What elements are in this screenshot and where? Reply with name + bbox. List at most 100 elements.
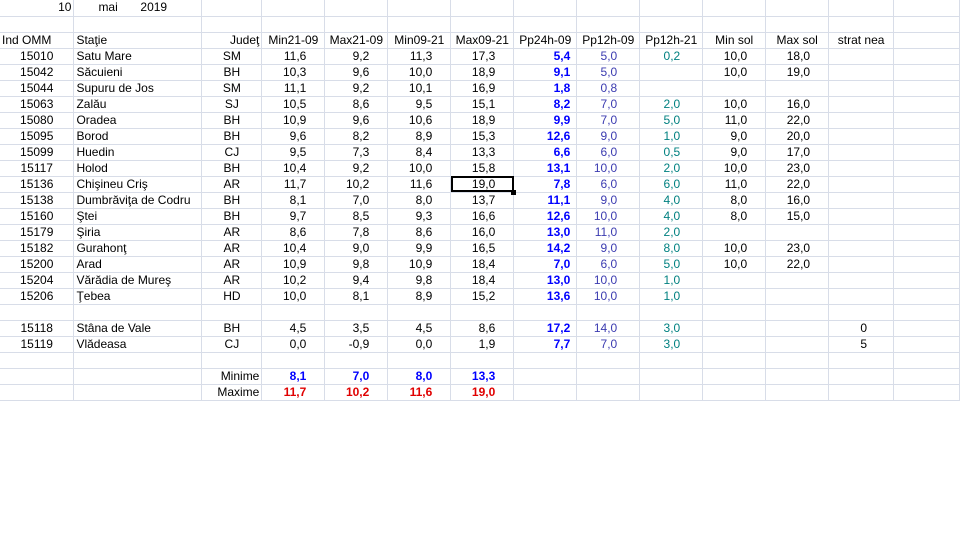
empty-cell[interactable] xyxy=(387,0,452,17)
data-cell[interactable]: 17,2 xyxy=(513,320,578,337)
data-cell[interactable]: 10,4 xyxy=(261,240,326,257)
data-cell[interactable]: BH xyxy=(201,128,263,145)
column-header[interactable]: Pp24h-09 xyxy=(513,32,578,49)
data-cell[interactable]: 4,5 xyxy=(261,320,326,337)
empty-cell[interactable] xyxy=(765,352,830,369)
data-cell[interactable]: 10,0 xyxy=(702,64,767,81)
data-cell[interactable]: Holod xyxy=(73,160,203,177)
data-cell[interactable] xyxy=(828,144,895,161)
data-cell[interactable]: 10,0 xyxy=(387,64,452,81)
empty-cell[interactable] xyxy=(639,0,704,17)
data-cell[interactable]: 10,0 xyxy=(387,160,452,177)
empty-cell[interactable] xyxy=(702,304,767,321)
empty-cell[interactable] xyxy=(513,352,578,369)
data-cell[interactable] xyxy=(765,224,830,241)
data-cell[interactable]: 15,2 xyxy=(450,288,515,305)
empty-cell[interactable] xyxy=(765,16,830,33)
data-cell[interactable]: 15138 xyxy=(0,192,75,209)
data-cell[interactable]: Şiria xyxy=(73,224,203,241)
data-cell[interactable]: Ştei xyxy=(73,208,203,225)
data-cell[interactable]: 11,1 xyxy=(513,192,578,209)
data-cell[interactable]: 10,6 xyxy=(387,112,452,129)
data-cell[interactable] xyxy=(828,96,895,113)
empty-cell[interactable] xyxy=(893,336,960,353)
column-header[interactable]: Pp12h-21 xyxy=(639,32,704,49)
data-cell[interactable]: 8,9 xyxy=(387,288,452,305)
data-cell[interactable]: 7,0 xyxy=(513,256,578,273)
minime-value[interactable]: 13,3 xyxy=(450,368,515,385)
empty-cell[interactable] xyxy=(893,288,960,305)
data-cell[interactable]: 10,2 xyxy=(324,176,389,193)
data-cell[interactable]: BH xyxy=(201,64,263,81)
data-cell[interactable]: 15044 xyxy=(0,80,75,97)
empty-cell[interactable] xyxy=(576,304,641,321)
data-cell[interactable]: 12,6 xyxy=(513,128,578,145)
data-cell[interactable]: 9,6 xyxy=(324,112,389,129)
data-cell[interactable]: Satu Mare xyxy=(73,48,203,65)
data-cell[interactable] xyxy=(702,80,767,97)
empty-cell[interactable] xyxy=(893,144,960,161)
empty-cell[interactable] xyxy=(0,384,75,401)
data-cell[interactable] xyxy=(828,240,895,257)
data-cell[interactable] xyxy=(702,288,767,305)
empty-cell[interactable] xyxy=(513,304,578,321)
data-cell[interactable]: 15,1 xyxy=(450,96,515,113)
data-cell[interactable]: Huedin xyxy=(73,144,203,161)
data-cell[interactable]: 8,6 xyxy=(387,224,452,241)
data-cell[interactable]: 9,5 xyxy=(387,96,452,113)
empty-cell[interactable] xyxy=(201,16,263,33)
data-cell[interactable]: 4,0 xyxy=(639,208,704,225)
data-cell[interactable] xyxy=(828,160,895,177)
data-cell[interactable] xyxy=(828,80,895,97)
column-header[interactable]: Min sol xyxy=(702,32,767,49)
data-cell[interactable]: 15179 xyxy=(0,224,75,241)
empty-cell[interactable] xyxy=(261,304,326,321)
data-cell[interactable]: 10,0 xyxy=(576,272,641,289)
data-cell[interactable]: 0,5 xyxy=(639,144,704,161)
data-cell[interactable] xyxy=(765,80,830,97)
empty-cell[interactable] xyxy=(893,160,960,177)
column-header[interactable]: Min09-21 xyxy=(387,32,452,49)
empty-cell[interactable] xyxy=(893,192,960,209)
data-cell[interactable]: AR xyxy=(201,176,263,193)
data-cell[interactable]: 8,0 xyxy=(702,208,767,225)
data-cell[interactable]: CJ xyxy=(201,336,263,353)
data-cell[interactable]: 1,8 xyxy=(513,80,578,97)
empty-cell[interactable] xyxy=(702,0,767,17)
data-cell[interactable]: 18,4 xyxy=(450,256,515,273)
data-cell[interactable]: 15200 xyxy=(0,256,75,273)
data-cell[interactable]: 5,0 xyxy=(576,48,641,65)
data-cell[interactable]: 4,0 xyxy=(639,192,704,209)
column-header[interactable]: Max sol xyxy=(765,32,830,49)
data-cell[interactable] xyxy=(828,288,895,305)
data-cell[interactable] xyxy=(765,288,830,305)
data-cell[interactable] xyxy=(702,224,767,241)
data-cell[interactable]: 6,0 xyxy=(639,176,704,193)
data-cell[interactable]: 11,3 xyxy=(387,48,452,65)
data-cell[interactable] xyxy=(639,80,704,97)
empty-cell[interactable] xyxy=(893,0,960,17)
empty-cell[interactable] xyxy=(828,352,895,369)
empty-cell[interactable] xyxy=(450,352,515,369)
data-cell[interactable]: 10,9 xyxy=(261,256,326,273)
data-cell[interactable]: 15119 xyxy=(0,336,75,353)
empty-cell[interactable] xyxy=(765,368,830,385)
column-header[interactable]: Pp12h-09 xyxy=(576,32,641,49)
data-cell[interactable]: 1,0 xyxy=(639,272,704,289)
data-cell[interactable]: BH xyxy=(201,160,263,177)
data-cell[interactable]: 5,0 xyxy=(639,256,704,273)
data-cell[interactable]: 14,0 xyxy=(576,320,641,337)
empty-cell[interactable] xyxy=(893,96,960,113)
empty-cell[interactable] xyxy=(73,352,203,369)
data-cell[interactable]: 15010 xyxy=(0,48,75,65)
data-cell[interactable]: HD xyxy=(201,288,263,305)
empty-cell[interactable] xyxy=(324,352,389,369)
data-cell[interactable]: Borod xyxy=(73,128,203,145)
empty-cell[interactable] xyxy=(0,368,75,385)
empty-cell[interactable] xyxy=(702,352,767,369)
data-cell[interactable] xyxy=(828,48,895,65)
data-cell[interactable]: 9,9 xyxy=(387,240,452,257)
data-cell[interactable]: 8,2 xyxy=(513,96,578,113)
data-cell[interactable] xyxy=(702,272,767,289)
data-cell[interactable]: 0,8 xyxy=(576,80,641,97)
